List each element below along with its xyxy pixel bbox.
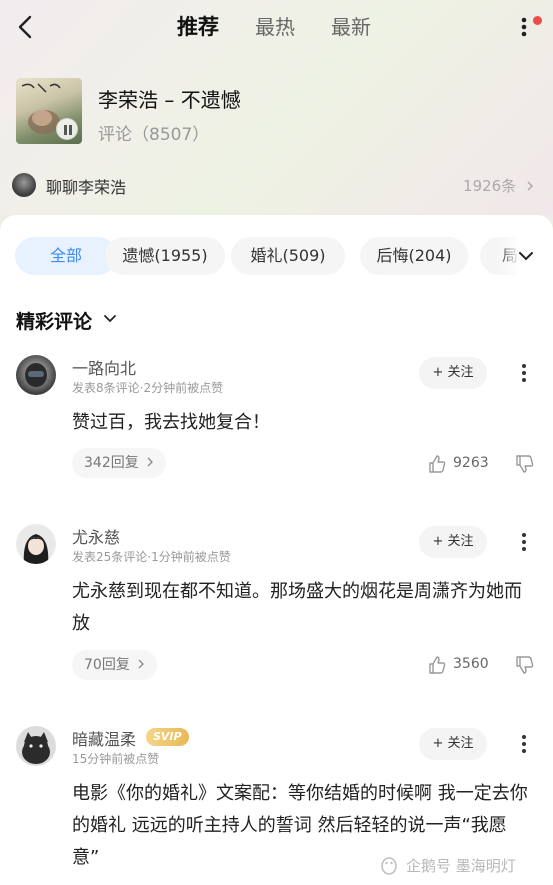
comment-more-button[interactable] [514, 361, 534, 385]
watermark: 企鹅号 墨海明灯 [378, 852, 548, 878]
notification-dot [533, 16, 542, 25]
artist-avatar [12, 173, 36, 197]
comment-text: 尤永慈到现在都不知道。那场盛大的烟花是周潇齐为她而放 [72, 581, 522, 634]
section-title[interactable]: 精彩评论 [16, 307, 92, 334]
avatar[interactable] [16, 355, 56, 395]
artist-chat-row[interactable]: 聊聊李荣浩 1926条 [12, 172, 537, 198]
girl-avatar-image [23, 534, 49, 564]
thumbs-up-icon [429, 455, 446, 473]
chevron-right-icon [138, 659, 145, 669]
dislike-button[interactable] [514, 654, 536, 676]
thumbs-down-icon [516, 656, 534, 674]
song-title: 李荣浩 – 不遗憾 [98, 88, 241, 112]
artist-chat-count: 1926条 [463, 175, 535, 196]
reply-count: 342回复 [84, 455, 139, 471]
commenter-meta: 15分钟前被点赞 [72, 752, 160, 766]
thumbs-up-icon [429, 656, 446, 674]
comment-more-button[interactable] [514, 732, 534, 756]
artist-chat-count-text: 1926条 [463, 177, 517, 195]
expand-filters-button[interactable] [515, 245, 537, 267]
album-cover[interactable] [16, 78, 82, 144]
follow-button[interactable]: + 关注 [419, 357, 487, 389]
section-dropdown-icon[interactable] [102, 311, 118, 327]
more-vertical-icon [522, 533, 526, 551]
chevron-right-icon [527, 181, 534, 191]
filter-wedding[interactable]: 婚礼(509) [231, 237, 345, 275]
like-button[interactable]: 9263 [427, 452, 497, 476]
thumbs-down-icon [516, 455, 534, 473]
cat-avatar-image [22, 732, 50, 764]
tab-recommended[interactable]: 推荐 [177, 12, 219, 42]
commenter-meta: 发表25条评论·1分钟前被点赞 [72, 550, 231, 564]
commenter-meta: 发表8条评论·2分钟前被点赞 [72, 381, 224, 395]
watermark-text: 企鹅号 墨海明灯 [406, 857, 516, 875]
more-options-button[interactable] [512, 12, 536, 42]
chevron-down-icon [519, 252, 533, 261]
more-vertical-icon [522, 364, 526, 382]
filter-remorse[interactable]: 后悔(204) [360, 237, 468, 275]
comment-filter-chips: 全部 遗憾(1955) 婚礼(509) 后悔(204) 局 [15, 237, 540, 275]
chevron-down-icon [104, 315, 116, 323]
follow-button[interactable]: + 关注 [419, 526, 487, 558]
comment-count: 评论（8507） [98, 125, 210, 145]
filter-regret[interactable]: 遗憾(1955) [105, 237, 225, 275]
reply-count-button[interactable]: 70回复 [72, 650, 158, 680]
avatar[interactable] [16, 726, 56, 766]
artist-chat-label: 聊聊李荣浩 [46, 178, 127, 197]
comment-item: 一路向北 发表8条评论·2分钟前被点赞 + 关注 赞过百，我去找她复合！ 342… [0, 355, 553, 495]
helmet-avatar-image [25, 363, 47, 387]
chevron-right-icon [147, 457, 154, 467]
commenter-name[interactable]: 一路向北 [72, 355, 136, 379]
tab-latest[interactable]: 最新 [331, 12, 371, 42]
song-header: 推荐 最热 最新 李荣浩 – 不遗憾 评论（8507） 聊聊李荣浩 1926条 [0, 0, 553, 215]
reply-count: 70回复 [84, 657, 130, 673]
more-vertical-icon [521, 17, 527, 37]
avatar[interactable] [16, 524, 56, 564]
reply-count-button[interactable]: 342回复 [72, 448, 167, 478]
comment-text: 赞过百，我去找她复合！ [72, 412, 270, 433]
commenter-name[interactable]: 尤永慈 [72, 524, 120, 548]
pause-icon[interactable] [56, 118, 78, 140]
comment-item: 尤永慈 发表25条评论·1分钟前被点赞 + 关注 尤永慈到现在都不知道。那场盛大… [0, 524, 553, 694]
sort-tabs: 推荐 最热 最新 [0, 12, 553, 42]
filter-all[interactable]: 全部 [15, 237, 117, 275]
dislike-button[interactable] [514, 453, 536, 475]
follow-button[interactable]: + 关注 [419, 728, 487, 760]
like-count: 9263 [453, 455, 489, 471]
penguin-logo-icon [381, 857, 397, 875]
svip-badge: SVIP [146, 728, 189, 746]
comment-more-button[interactable] [514, 530, 534, 554]
like-button[interactable]: 3560 [427, 653, 497, 677]
tab-hottest[interactable]: 最热 [255, 12, 295, 42]
more-vertical-icon [522, 735, 526, 753]
commenter-name[interactable]: 暗藏温柔 [72, 726, 136, 750]
like-count: 3560 [453, 656, 489, 672]
song-info[interactable]: 李荣浩 – 不遗憾 评论（8507） [16, 78, 536, 146]
